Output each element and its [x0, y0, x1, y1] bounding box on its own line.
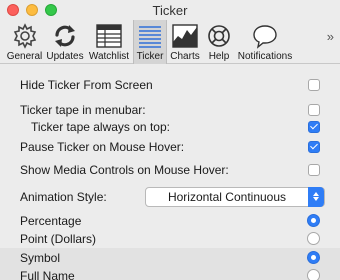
tab-label: General [6, 51, 43, 62]
tab-watchlist[interactable]: Watchlist [85, 20, 133, 64]
tab-label: Updates [46, 51, 84, 62]
media-hover-label: Show Media Controls on Mouse Hover: [20, 162, 229, 177]
symbol-label: Symbol [20, 250, 61, 265]
media-hover-row: Show Media Controls on Mouse Hover: [0, 160, 340, 179]
minimize-window-button[interactable] [26, 4, 38, 16]
tab-ticker[interactable]: Ticker [133, 20, 167, 64]
tape-menubar-label: Ticker tape in menubar: [20, 102, 146, 117]
gear-icon [13, 23, 36, 49]
pause-hover-checkbox[interactable] [308, 140, 320, 153]
zoom-window-button[interactable] [45, 4, 57, 16]
symbol-row: Symbol [0, 248, 340, 267]
tab-notifications[interactable]: Notifications [235, 20, 295, 64]
full-name-radio[interactable] [307, 269, 320, 280]
speech-bubble-icon [253, 25, 277, 49]
tab-general[interactable]: General [4, 20, 45, 64]
title-bar: Ticker [0, 0, 340, 20]
animation-style-value: Horizontal Continuous [167, 189, 287, 204]
grid-icon [96, 24, 122, 48]
hide-ticker-label: Hide Ticker From Screen [20, 77, 153, 92]
hide-ticker-checkbox[interactable] [308, 78, 320, 91]
animation-style-label: Animation Style: [20, 189, 107, 204]
tape-ontop-checkbox[interactable] [308, 120, 320, 133]
point-radio[interactable] [307, 232, 320, 245]
tape-ontop-row: Ticker tape always on top: [0, 117, 340, 136]
tab-label: Help [208, 51, 230, 62]
hide-ticker-row: Hide Ticker From Screen [0, 75, 340, 94]
percentage-radio[interactable] [307, 214, 320, 227]
animation-style-select[interactable]: Horizontal Continuous [145, 186, 325, 207]
tab-label: Ticker [136, 51, 164, 62]
window-controls [7, 4, 57, 16]
tape-menubar-checkbox[interactable] [308, 103, 320, 116]
symbol-radio[interactable] [307, 251, 320, 264]
media-hover-checkbox[interactable] [308, 163, 320, 176]
select-arrows-icon [308, 186, 324, 207]
tab-help[interactable]: Help [203, 20, 235, 64]
point-row: Point (Dollars) [0, 229, 340, 248]
tab-label: Notifications [237, 51, 293, 62]
ticker-settings-pane: Hide Ticker From Screen Ticker tape in m… [0, 65, 340, 280]
toolbar-overflow-button[interactable]: » [327, 29, 334, 44]
close-window-button[interactable] [7, 4, 19, 16]
animation-style-row: Animation Style: Horizontal Continuous [0, 186, 340, 207]
chart-icon [172, 24, 198, 48]
tab-charts[interactable]: Charts [167, 20, 203, 64]
tab-label: Watchlist [88, 51, 130, 62]
point-label: Point (Dollars) [20, 231, 97, 246]
pause-hover-label: Pause Ticker on Mouse Hover: [20, 139, 185, 154]
ticker-lines-icon [139, 26, 161, 48]
tape-ontop-label: Ticker tape always on top: [31, 119, 170, 134]
full-name-label: Full Name [20, 268, 75, 280]
percentage-row: Percentage [0, 211, 340, 230]
pause-hover-row: Pause Ticker on Mouse Hover: [0, 137, 340, 156]
preferences-toolbar: General Updates Watchlist Ticker Charts … [0, 20, 340, 64]
percentage-label: Percentage [20, 213, 82, 228]
full-name-row: Full Name [0, 266, 340, 280]
tab-updates[interactable]: Updates [45, 20, 85, 64]
lifebuoy-icon [208, 25, 230, 47]
refresh-icon [55, 25, 75, 47]
window-title: Ticker [152, 2, 188, 18]
tab-label: Charts [170, 51, 200, 62]
